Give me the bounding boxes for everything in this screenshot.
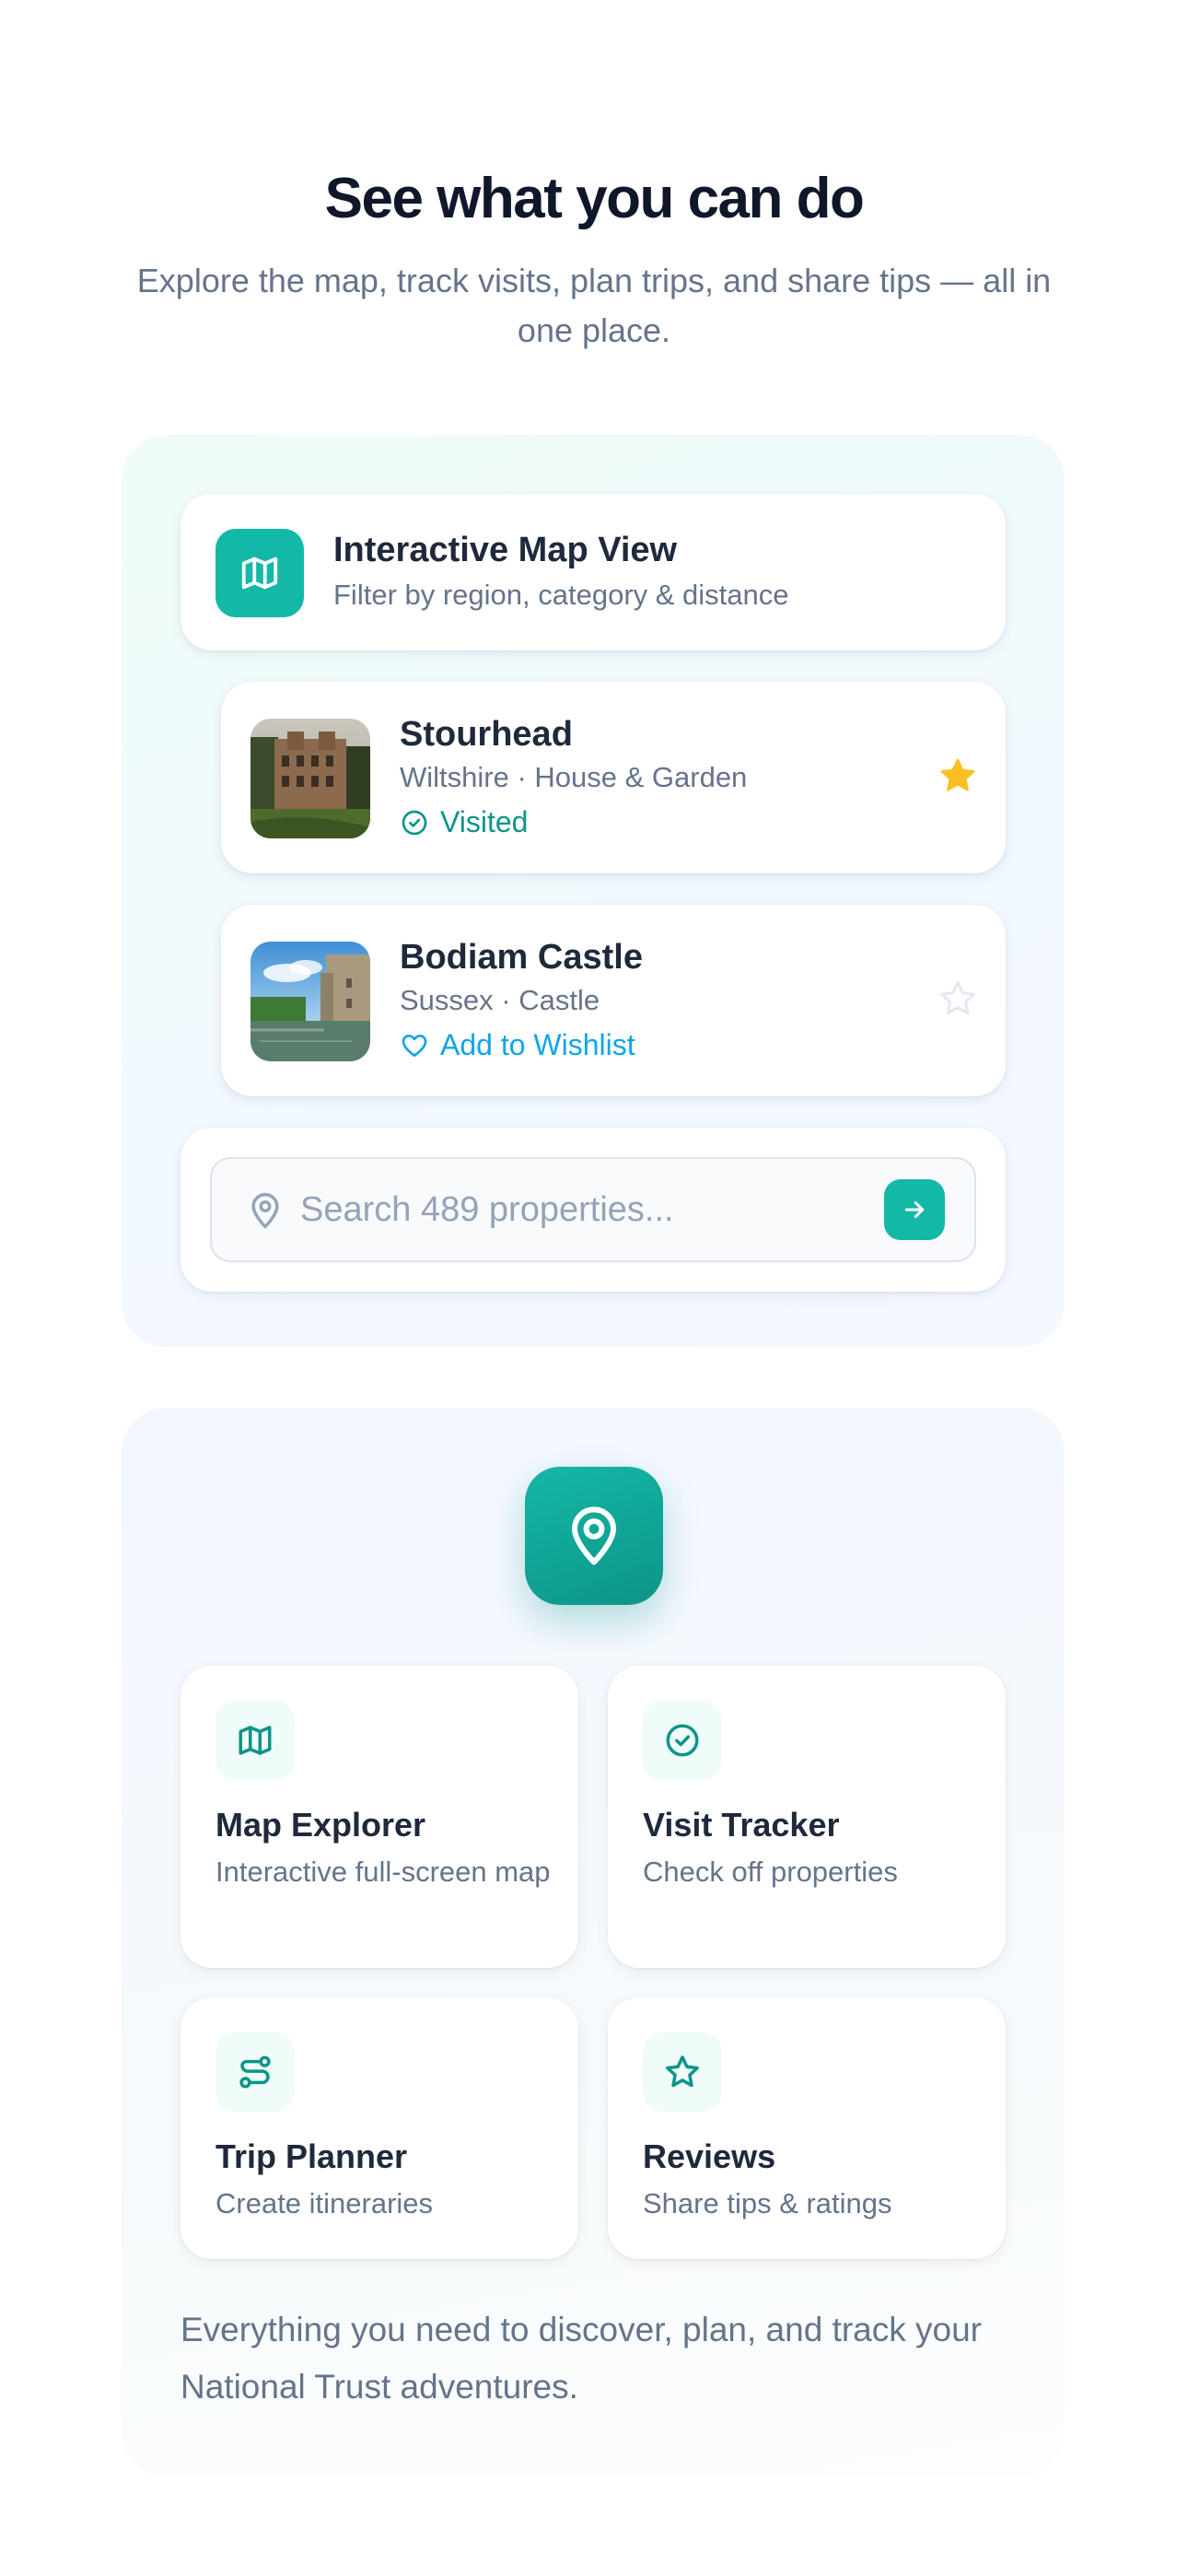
property-card-bodiam[interactable]: Bodiam Castle Sussex · Castle Add to Wis…: [221, 905, 1006, 1096]
features-panel: Map Explorer Interactive full-screen map…: [122, 1408, 1065, 2476]
map-icon: [215, 1701, 295, 1780]
search-submit-button[interactable]: [884, 1179, 945, 1240]
feature-title: Visit Tracker: [643, 1806, 840, 1844]
feature-description: Check off properties: [643, 1856, 898, 1888]
feature-title: Reviews: [643, 2137, 776, 2175]
page-subtitle: Explore the map, track visits, plan trip…: [136, 262, 1052, 349]
visited-label: Visited: [440, 805, 529, 838]
property-card-stourhead[interactable]: Stourhead Wiltshire · House & Garden Vis…: [221, 682, 1006, 873]
search-box[interactable]: [210, 1157, 976, 1262]
add-to-wishlist-button[interactable]: Add to Wishlist: [400, 1028, 635, 1062]
map-view-card[interactable]: Interactive Map View Filter by region, c…: [181, 494, 1006, 650]
visited-status[interactable]: Visited: [400, 805, 528, 839]
property-name: Bodiam Castle: [400, 938, 643, 977]
star-outline-icon[interactable]: [938, 978, 978, 1019]
feature-description: Share tips & ratings: [643, 2187, 892, 2219]
heart-icon: [402, 1034, 427, 1057]
feature-card-trip-planner[interactable]: Trip Planner Create itineraries: [181, 1997, 578, 2259]
property-meta: Sussex · Castle: [400, 984, 600, 1016]
check-circle-icon: [402, 810, 427, 835]
property-meta: Wiltshire · House & Garden: [400, 761, 748, 793]
feature-card-map-explorer[interactable]: Map Explorer Interactive full-screen map: [181, 1666, 578, 1968]
feature-card-visit-tracker[interactable]: Visit Tracker Check off properties: [608, 1666, 1006, 1968]
search-input[interactable]: [300, 1177, 853, 1242]
page-title: See what you can do: [324, 167, 865, 230]
map-view-subtitle: Filter by region, category & distance: [333, 579, 789, 611]
feature-description: Interactive full-screen map: [215, 1856, 551, 1888]
star-filled-icon[interactable]: [938, 755, 978, 796]
property-thumbnail: [250, 719, 370, 838]
property-name: Stourhead: [400, 715, 573, 754]
search-card: [181, 1128, 1006, 1292]
feature-title: Map Explorer: [215, 1806, 426, 1844]
map-view-title: Interactive Map View: [333, 531, 678, 569]
feature-title: Trip Planner: [215, 2137, 408, 2175]
location-pin-badge: [525, 1467, 663, 1605]
feature-description: Create itineraries: [215, 2187, 434, 2219]
location-pin-icon: [251, 1192, 279, 1229]
arrow-right-icon: [904, 1201, 925, 1218]
location-pin-icon: [572, 1506, 616, 1565]
wishlist-label: Add to Wishlist: [440, 1028, 635, 1061]
app-preview-panel: Interactive Map View Filter by region, c…: [122, 435, 1065, 1347]
property-thumbnail: [250, 942, 370, 1061]
page: See what you can do Explore the map, tra…: [0, 0, 1188, 2576]
features-footer-text: Everything you need to discover, plan, a…: [181, 2311, 983, 2406]
star-icon: [643, 2032, 722, 2112]
check-circle-icon: [643, 1701, 722, 1780]
map-icon: [215, 529, 304, 617]
feature-card-reviews[interactable]: Reviews Share tips & ratings: [608, 1997, 1006, 2259]
route-icon: [215, 2032, 295, 2112]
